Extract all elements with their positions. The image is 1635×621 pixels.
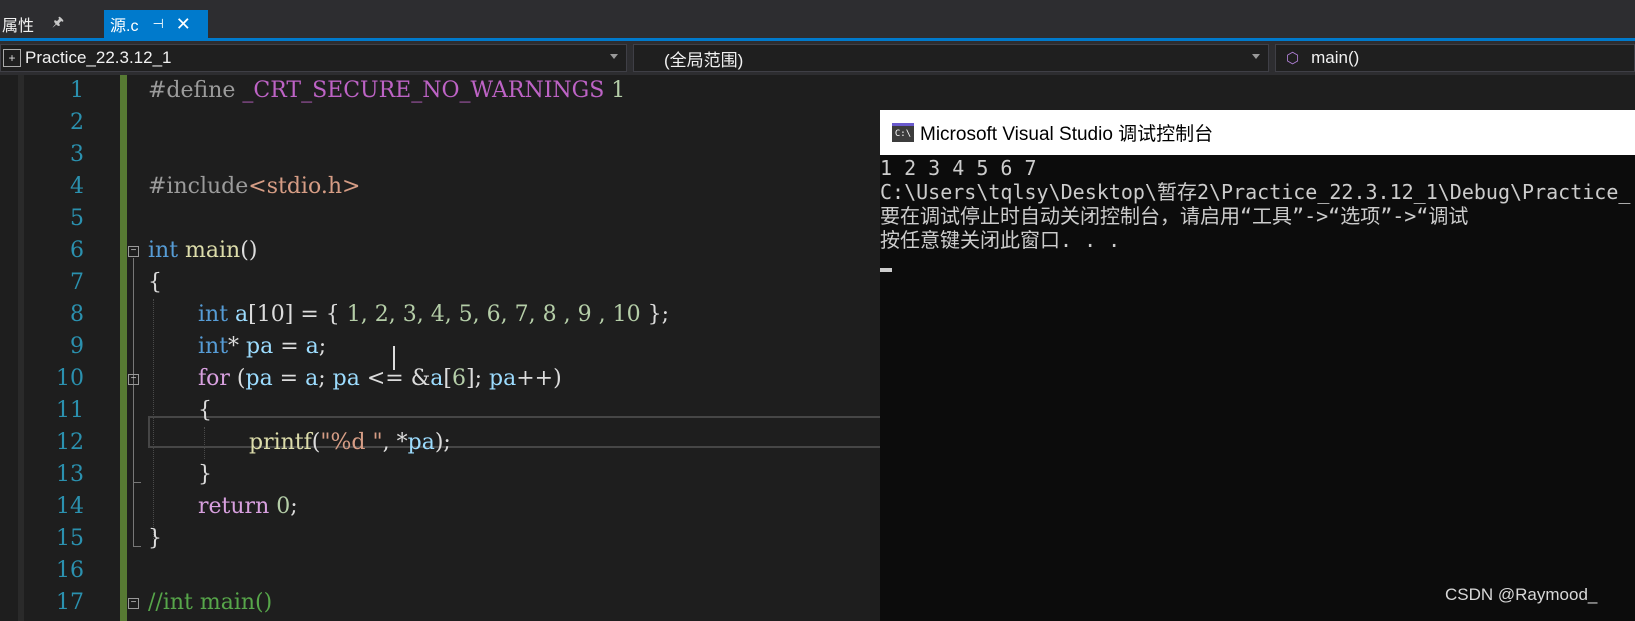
console-output-line: 1 2 3 4 5 6 7 <box>880 156 1037 180</box>
function-dropdown[interactable]: ⬡ main() <box>1275 44 1635 72</box>
chevron-down-icon[interactable] <box>610 54 618 59</box>
code-line: } <box>148 526 162 551</box>
code-line: printf("%d ", *pa); <box>249 430 451 455</box>
console-cursor <box>880 268 892 272</box>
pin-icon[interactable]: ⊣ <box>152 16 163 32</box>
code-line: int* pa = a; <box>198 334 327 359</box>
console-app-icon: C:\ <box>892 123 914 142</box>
line-number: 1 <box>70 78 84 103</box>
line-number: 8 <box>70 302 84 327</box>
code-line: int main() <box>148 238 258 263</box>
debug-console-window[interactable]: C:\ Microsoft Visual Studio 调试控制台 1 2 3 … <box>880 110 1635 621</box>
line-number: 5 <box>70 206 84 231</box>
tab-properties-label: 属性 <box>2 18 35 35</box>
line-number: 9 <box>70 334 84 359</box>
line-number: 16 <box>56 558 84 583</box>
line-number: 13 <box>56 462 84 487</box>
project-dropdown-value: Practice_22.3.12_1 <box>25 48 172 67</box>
line-number: 12 <box>56 430 84 455</box>
project-icon: + <box>3 49 21 67</box>
console-output-line: C:\Users\tqlsy\Desktop\暂存2\Practice_22.3… <box>880 180 1631 204</box>
code-line: int a[10] = { 1, 2, 3, 4, 5, 6, 7, 8 , 9… <box>198 302 669 327</box>
tab-properties[interactable]: 属性 🖈︎ <box>0 10 102 38</box>
line-number: 3 <box>70 142 84 167</box>
watermark: CSDN @Raymood_ <box>1445 585 1598 604</box>
line-number: 7 <box>70 270 84 295</box>
close-icon[interactable]: ✕ <box>176 14 191 35</box>
document-tab-strip: 属性 🖈︎ 源.c ⊣ ✕ <box>0 0 1635 38</box>
chevron-down-icon[interactable] <box>1252 54 1260 59</box>
code-line: { <box>148 270 162 295</box>
text-caret <box>393 346 395 370</box>
line-number: 11 <box>56 398 84 423</box>
fold-guide <box>133 386 134 482</box>
project-dropdown[interactable]: + Practice_22.3.12_1 <box>0 44 627 72</box>
function-cube-icon: ⬡ <box>1286 50 1300 67</box>
console-title-bar[interactable]: C:\ Microsoft Visual Studio 调试控制台 <box>880 110 1635 155</box>
line-number: 15 <box>56 526 84 551</box>
console-title: Microsoft Visual Studio 调试控制台 <box>920 124 1214 145</box>
navigation-bar: + Practice_22.3.12_1 (全局范围) ⬡ main() <box>0 41 1635 75</box>
line-number: 14 <box>56 494 84 519</box>
line-number: 2 <box>70 110 84 135</box>
scope-dropdown[interactable]: (全局范围) <box>633 44 1269 72</box>
code-line: #include<stdio.h> <box>148 174 361 199</box>
tab-source-file[interactable]: 源.c ⊣ ✕ <box>104 10 208 38</box>
code-line: return 0; <box>198 494 298 519</box>
code-line: { <box>198 398 212 423</box>
line-number: 10 <box>56 366 84 391</box>
indicator-margin <box>18 75 24 621</box>
console-output-line: 要在调试停止时自动关闭控制台，请启用“工具”->“选项”->“调试 <box>880 204 1469 228</box>
line-number: 4 <box>70 174 84 199</box>
code-line: //int main() <box>148 590 273 615</box>
line-number: 6 <box>70 238 84 263</box>
code-line: } <box>198 462 212 487</box>
collapse-icon[interactable]: − <box>128 598 139 609</box>
fold-guide-end <box>133 546 141 547</box>
console-output-line: 按任意键关闭此窗口. . . <box>880 228 1121 252</box>
scope-dropdown-value: (全局范围) <box>664 50 744 70</box>
pin-icon[interactable]: 🖈︎ <box>52 13 64 35</box>
code-line: for (pa = a; pa <= &a[6]; pa++) <box>198 366 562 391</box>
collapse-icon[interactable]: − <box>128 246 139 257</box>
tab-source-label: 源.c <box>110 18 139 35</box>
collapse-icon[interactable]: − <box>128 374 139 385</box>
function-dropdown-value: main() <box>1311 48 1360 67</box>
line-number: 17 <box>56 590 84 615</box>
code-line: #define _CRT_SECURE_NO_WARNINGS 1 <box>148 78 626 103</box>
fold-guide-end <box>133 482 141 483</box>
change-tracking-bar <box>120 75 127 621</box>
